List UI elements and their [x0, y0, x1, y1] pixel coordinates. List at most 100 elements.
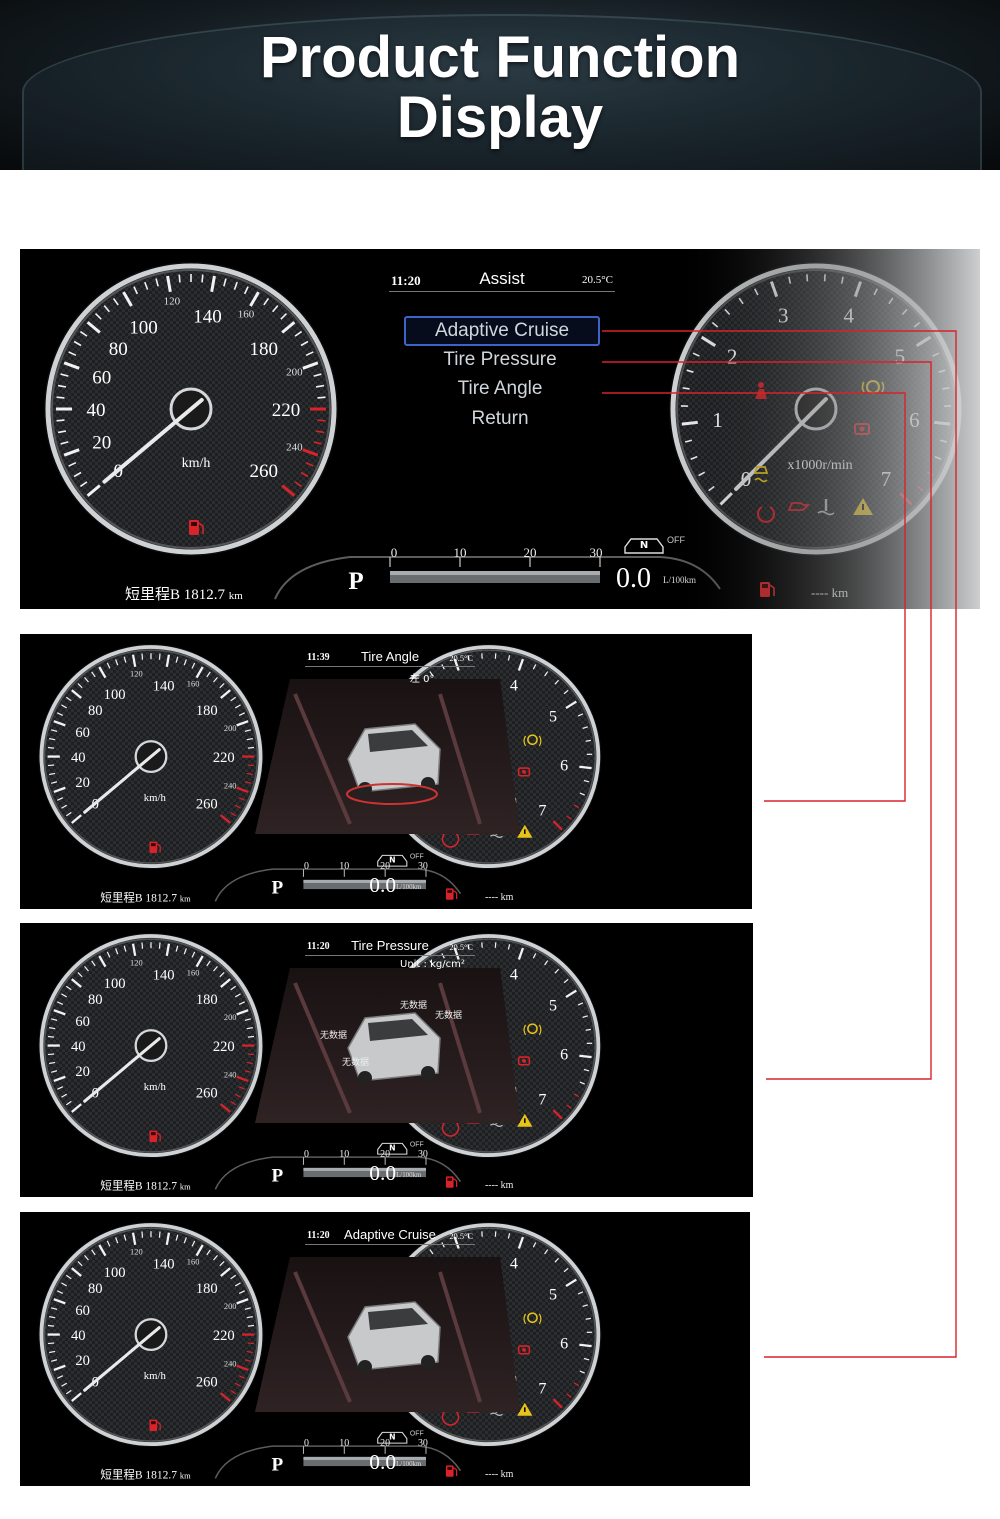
speed-unit: km/h [144, 1081, 167, 1093]
off-label: OFF [410, 1430, 424, 1437]
rpm-label: 7 [538, 1381, 546, 1398]
speed-minor-label: 120 [130, 1247, 143, 1257]
rpm-label: 6 [560, 757, 568, 774]
panel-info-line: Unit : kg/cm² [400, 959, 465, 970]
speed-label: 20 [75, 775, 90, 791]
fuel-scale-label: 30 [418, 1438, 428, 1449]
speed-tick [247, 1053, 255, 1056]
svg-text:N: N [389, 1143, 395, 1152]
speed-tick [47, 746, 55, 749]
rpm-tick [579, 1054, 592, 1059]
speed-label: 100 [104, 1265, 126, 1281]
fuel-consumption-value: 0.0 [369, 1161, 396, 1185]
rpm-label: 6 [560, 1046, 568, 1063]
speed-tick [141, 1231, 144, 1238]
vehicle-image [347, 1012, 441, 1085]
banner-title-line1: Product Function [259, 25, 741, 90]
speed-label: 220 [213, 1328, 235, 1344]
speed-label: 260 [196, 1086, 218, 1102]
tire-pressure-label: 无数据 [400, 999, 427, 1011]
speed-tick [141, 942, 144, 949]
tire-pressure-label: 无数据 [435, 1009, 462, 1021]
rpm-label: 4 [510, 966, 518, 983]
fuel-consumption-unit: L/100km [396, 1172, 422, 1179]
off-label: OFF [410, 853, 424, 860]
speed-label: 140 [153, 967, 175, 983]
panel-status-header: 11:20 Assist 20.5°C [389, 269, 615, 292]
speed-label: 20 [75, 1064, 90, 1080]
tire-pressure-label: 无数据 [320, 1029, 347, 1041]
speed-tick [247, 1035, 255, 1038]
speed-label: 80 [88, 703, 103, 719]
fuel-consumption-unit: L/100km [396, 884, 422, 891]
assist-menu-item-tire-angle[interactable]: Tire Angle [404, 375, 596, 403]
banner-title-line2: Display [396, 85, 604, 150]
vehicle-image [347, 1301, 441, 1374]
speed-tick [47, 1035, 55, 1038]
speed-label: 20 [75, 1353, 90, 1369]
gear-indicator: P [272, 1166, 284, 1187]
speed-label: 180 [196, 992, 218, 1008]
fuel-scale-label: 10 [339, 1438, 349, 1449]
fuel-scale-label: 0 [304, 861, 309, 872]
assist-menu-item-tire-pressure[interactable]: Tire Pressure [404, 346, 596, 374]
panel-status-header: 11:20 Tire Pressure 20.5°C [305, 938, 475, 957]
fuel-scale-label: 30 [418, 861, 428, 872]
speed-minor-label: 200 [224, 723, 237, 733]
speed-label: 80 [88, 992, 103, 1008]
assist-menu-item-return[interactable]: Return [404, 405, 596, 433]
speed-tick [47, 1324, 55, 1327]
rpm-label: 7 [538, 803, 546, 820]
rpm-label: 7 [538, 1092, 546, 1109]
banner-title: Product Function Display [0, 28, 1000, 148]
fuel-pump-icon [445, 1176, 458, 1188]
speed-label: 40 [71, 1328, 86, 1344]
speed-minor-label: 240 [224, 780, 237, 790]
speed-tick [158, 653, 161, 660]
speed-label: 40 [71, 1039, 86, 1055]
rpm-label: 4 [510, 1255, 518, 1272]
speed-label: 260 [196, 797, 218, 813]
speed-tick [47, 1342, 55, 1345]
speed-minor-label: 200 [224, 1012, 237, 1022]
fuel-pump-icon [445, 1465, 458, 1477]
cluster-graphics: 0 20 40 60 80100 140 180 220 260 120 160 200 240 km/h… [38, 932, 602, 1192]
speed-label: 100 [104, 976, 126, 992]
speed-minor-label: 240 [224, 1069, 237, 1079]
speed-minor-label: 240 [224, 1358, 237, 1368]
panel-status-header: 11:20 Adaptive Cruise 20.5°C [305, 1227, 475, 1246]
speed-label: 60 [75, 1303, 90, 1319]
cluster-graphics: 0 20 40 60 80100 140 180 220 260 120 160 200 240 km/h… [38, 1221, 602, 1481]
assist-menu-item-adaptive-cruise[interactable]: Adaptive Cruise [404, 316, 600, 346]
panel-info-line: 左 0° [410, 674, 435, 685]
adaptive-cruise-panel: 0 20 40 60 80100 140 180 220 260 120 160 200 240 km/h… [20, 1212, 750, 1486]
speed-label: 100 [104, 687, 126, 703]
odometer: 短里程B 1812.7 km [100, 890, 191, 904]
speed-tick [247, 746, 255, 749]
svg-text:N: N [389, 855, 395, 864]
gear-indicator: P [272, 1455, 284, 1476]
speed-minor-label: 200 [224, 1301, 237, 1311]
fuel-scale-label: 0 [304, 1438, 309, 1449]
temperature: 20.5°C [449, 653, 473, 664]
speed-label: 60 [75, 725, 90, 741]
fuel-consumption-unit: L/100km [396, 1461, 422, 1468]
speed-unit: km/h [144, 792, 167, 804]
rpm-tick [585, 1028, 592, 1031]
tire-pressure-label: 无数据 [342, 1056, 369, 1068]
rpm-tick [585, 739, 592, 742]
fuel-consumption-value: 0.0 [369, 873, 396, 897]
speed-label: 180 [196, 703, 218, 719]
fuel-pump-icon [445, 888, 458, 900]
tire-pressure-panel: 0 20 40 60 80100 140 180 220 260 120 160 200 240 km/h… [20, 923, 753, 1197]
rpm-tick [585, 1317, 592, 1320]
speed-minor-label: 160 [187, 968, 200, 978]
fuel-scale-label: 30 [418, 1149, 428, 1160]
svg-text:N: N [389, 1432, 395, 1441]
speed-tick [158, 1231, 161, 1238]
speed-label: 140 [153, 678, 175, 694]
rpm-label: 5 [549, 1287, 557, 1304]
speed-label: 260 [196, 1375, 218, 1391]
speed-label: 60 [75, 1014, 90, 1030]
speed-tick [47, 1053, 55, 1056]
